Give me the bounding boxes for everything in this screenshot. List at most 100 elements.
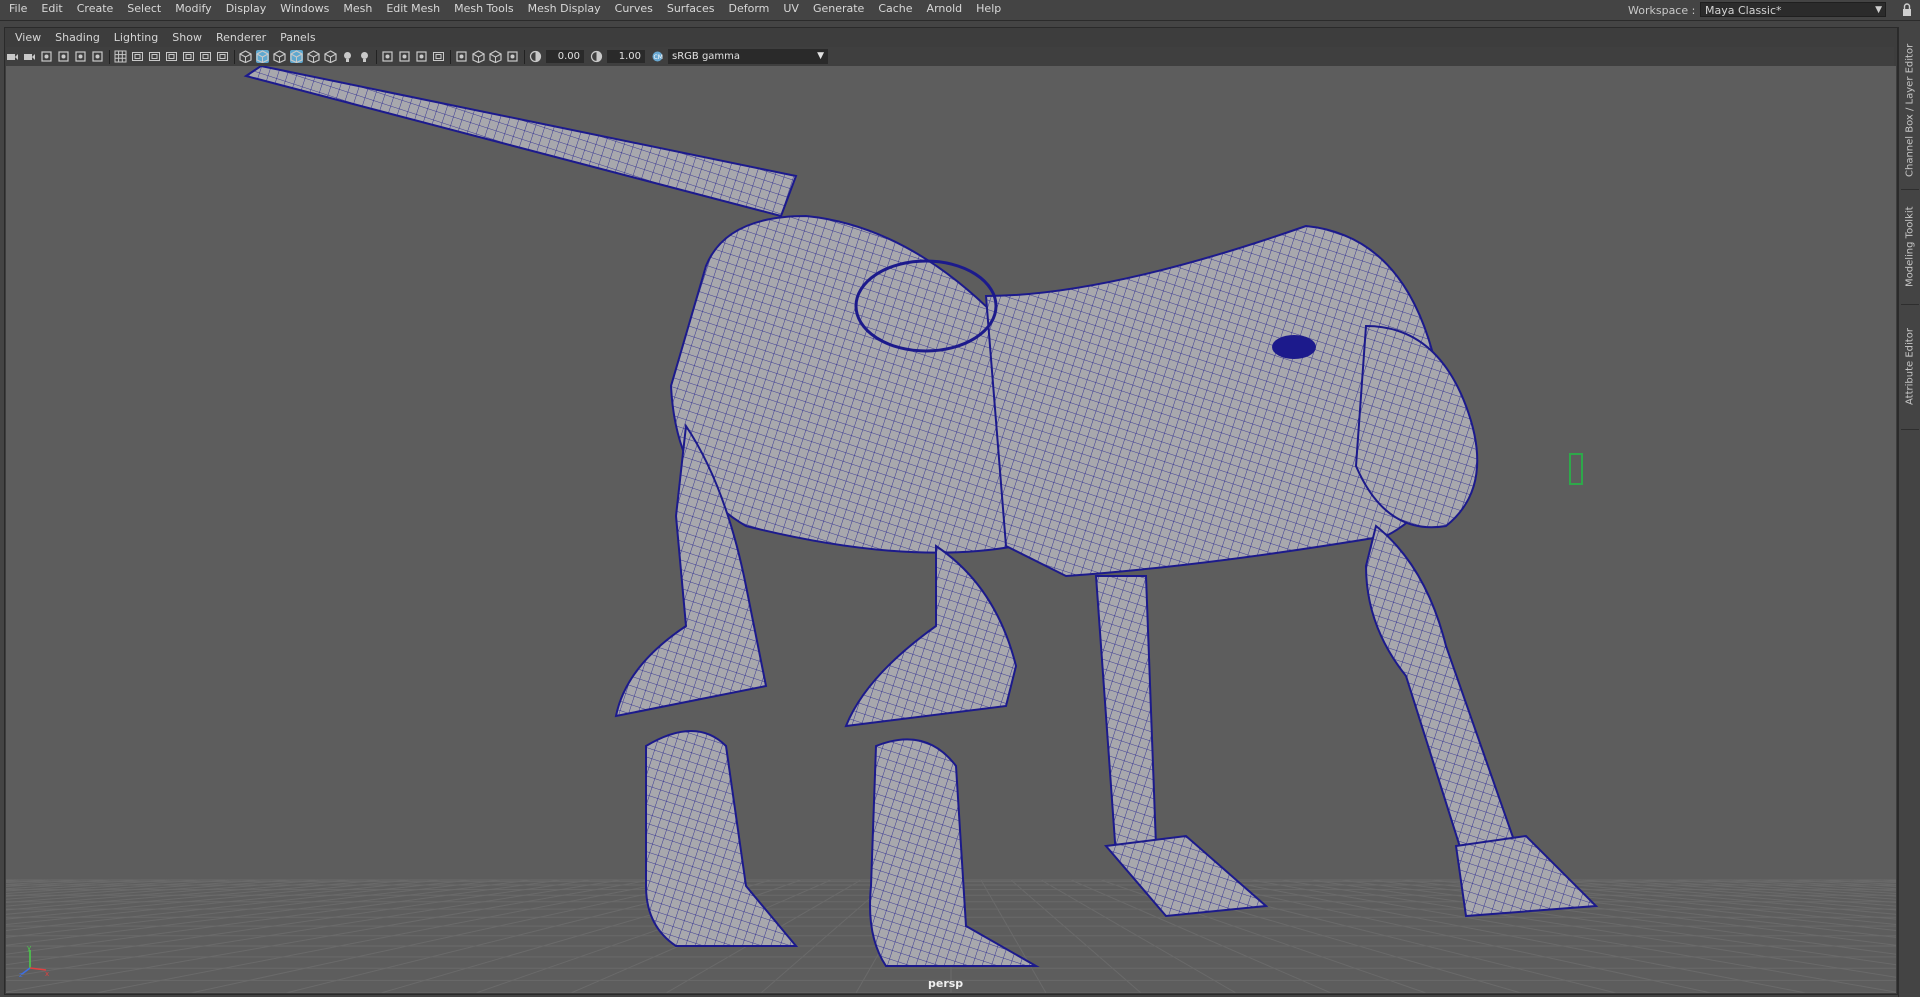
safe-action-icon[interactable] <box>199 50 212 63</box>
field-chart-icon[interactable] <box>182 50 195 63</box>
color-management-icon[interactable]: CM <box>651 50 664 63</box>
workspace-value: Maya Classic* <box>1705 4 1782 17</box>
menu-mesh[interactable]: Mesh <box>336 0 379 20</box>
panel-menu-lighting[interactable]: Lighting <box>107 30 165 46</box>
grid-icon[interactable] <box>114 50 127 63</box>
ground-grid-line <box>1640 879 1896 900</box>
panel-menu-renderer[interactable]: Renderer <box>209 30 273 46</box>
gamma-field[interactable]: 1.00 <box>607 50 645 63</box>
side-tab-strip: Channel Box / Layer Editor Modeling Tool… <box>1898 27 1920 997</box>
ground-grid-line <box>6 879 412 920</box>
ground-grid-line <box>6 879 592 966</box>
robot-foot-front-left <box>1104 834 1269 918</box>
menu-uv[interactable]: UV <box>776 0 806 20</box>
color-space-dropdown[interactable]: sRGB gamma ▼ <box>668 49 828 64</box>
robot-eye-detail <box>1272 335 1316 359</box>
exposure-icon[interactable] <box>529 50 542 63</box>
panel-menu-show[interactable]: Show <box>165 30 209 46</box>
anti-aliasing-icon[interactable] <box>415 50 428 63</box>
menu-mesh-display[interactable]: Mesh Display <box>521 0 608 20</box>
ground-grid-line <box>1190 879 1712 993</box>
exposure-field[interactable]: 0.00 <box>546 50 584 63</box>
wireframe-on-shaded-icon[interactable] <box>290 50 303 64</box>
2d-pan-zoom-icon[interactable] <box>74 50 87 63</box>
ground-grid-line <box>190 879 712 993</box>
menu-generate[interactable]: Generate <box>806 0 871 20</box>
panel-toolbar: 0.00 1.00 CM sRGB gamma ▼ <box>6 47 1894 66</box>
menu-surfaces[interactable]: Surfaces <box>660 0 722 20</box>
panel-menu-shading[interactable]: Shading <box>48 30 107 46</box>
toolbar-separator <box>450 49 451 64</box>
menu-display[interactable]: Display <box>219 0 274 20</box>
motion-blur-icon[interactable] <box>398 50 411 63</box>
grease-pencil-icon[interactable] <box>91 50 104 63</box>
shadows-icon[interactable] <box>358 50 371 63</box>
svg-text:z: z <box>19 971 23 978</box>
menu-curves[interactable]: Curves <box>608 0 660 20</box>
isolate-select-icon[interactable] <box>455 50 468 63</box>
menu-items: File Edit Create Select Modify Display Windows… <box>2 0 1008 20</box>
default-material-icon[interactable] <box>273 50 286 64</box>
resolution-gate-icon[interactable] <box>148 50 161 63</box>
axis-gizmo-icon: y x z <box>19 944 49 978</box>
ground-grid-line <box>6 879 562 955</box>
menu-arnold[interactable]: Arnold <box>920 0 970 20</box>
robot-head <box>1354 324 1479 529</box>
robot-foot-rear-left <box>645 730 799 947</box>
camera-name-label: persp <box>928 977 964 990</box>
main-menu-bar: File Edit Create Select Modify Display Windows… <box>0 0 1920 21</box>
film-gate-icon[interactable] <box>131 50 144 63</box>
chevron-down-icon: ▼ <box>817 51 824 61</box>
scene-canvas[interactable] <box>6 66 1896 993</box>
ground-grid-line <box>1340 879 1896 955</box>
locator-object <box>1569 453 1583 485</box>
side-tab-divider <box>1901 189 1919 190</box>
ground-grid-line <box>1610 879 1896 904</box>
wireframe-icon[interactable] <box>239 50 252 64</box>
workspace-dropdown[interactable]: Maya Classic* ▼ <box>1700 2 1886 17</box>
safe-title-icon[interactable] <box>216 50 229 63</box>
color-space-value: sRGB gamma <box>672 51 741 62</box>
menu-file[interactable]: File <box>2 0 34 20</box>
xray-icon[interactable] <box>307 50 320 64</box>
camera-select-icon[interactable] <box>6 50 19 63</box>
textured-icon[interactable] <box>324 50 337 64</box>
svg-text:CM: CM <box>654 54 663 61</box>
menu-select[interactable]: Select <box>120 0 168 20</box>
ground-grid-line <box>6 879 352 911</box>
panel-menu-panels[interactable]: Panels <box>273 30 322 46</box>
menu-create[interactable]: Create <box>70 0 121 20</box>
ground-grid-line <box>1790 879 1896 888</box>
tab-modeling-toolkit[interactable]: Modeling Toolkit <box>1902 197 1918 297</box>
menu-edit-mesh[interactable]: Edit Mesh <box>379 0 447 20</box>
menu-modify[interactable]: Modify <box>168 0 218 20</box>
lock-icon[interactable] <box>1900 2 1914 17</box>
image-plane-icon[interactable] <box>57 50 70 63</box>
menu-edit[interactable]: Edit <box>34 0 69 20</box>
panel-menu-view[interactable]: View <box>8 30 48 46</box>
tab-channel-box-layer-editor[interactable]: Channel Box / Layer Editor <box>1902 35 1918 185</box>
robot-leg-front-right <box>1364 524 1518 868</box>
bookmarks-icon[interactable] <box>40 50 53 63</box>
xray-active-icon[interactable] <box>472 50 485 64</box>
camera-attributes-icon[interactable] <box>23 50 36 63</box>
menu-windows[interactable]: Windows <box>273 0 336 20</box>
menu-help[interactable]: Help <box>969 0 1008 20</box>
tab-attribute-editor[interactable]: Attribute Editor <box>1902 312 1918 422</box>
menu-cache[interactable]: Cache <box>871 0 919 20</box>
gate-mask-icon[interactable] <box>165 50 178 63</box>
gamma-icon[interactable] <box>590 50 603 63</box>
xray-joints-icon[interactable] <box>489 50 502 64</box>
ground-grid-line <box>95 879 682 993</box>
menu-deform[interactable]: Deform <box>721 0 776 20</box>
menu-mesh-tools[interactable]: Mesh Tools <box>447 0 521 20</box>
robot-leg-rear-right <box>844 544 1018 728</box>
3d-viewport[interactable] <box>6 66 1896 993</box>
screen-space-ao-icon[interactable] <box>381 50 394 63</box>
backface-culling-icon[interactable] <box>506 50 519 63</box>
depth-of-field-icon[interactable] <box>432 50 445 63</box>
ground-grid-line <box>6 879 652 993</box>
use-lights-icon[interactable] <box>341 50 354 63</box>
smooth-shade-icon[interactable] <box>256 50 269 64</box>
toolbar-separator <box>524 49 525 64</box>
